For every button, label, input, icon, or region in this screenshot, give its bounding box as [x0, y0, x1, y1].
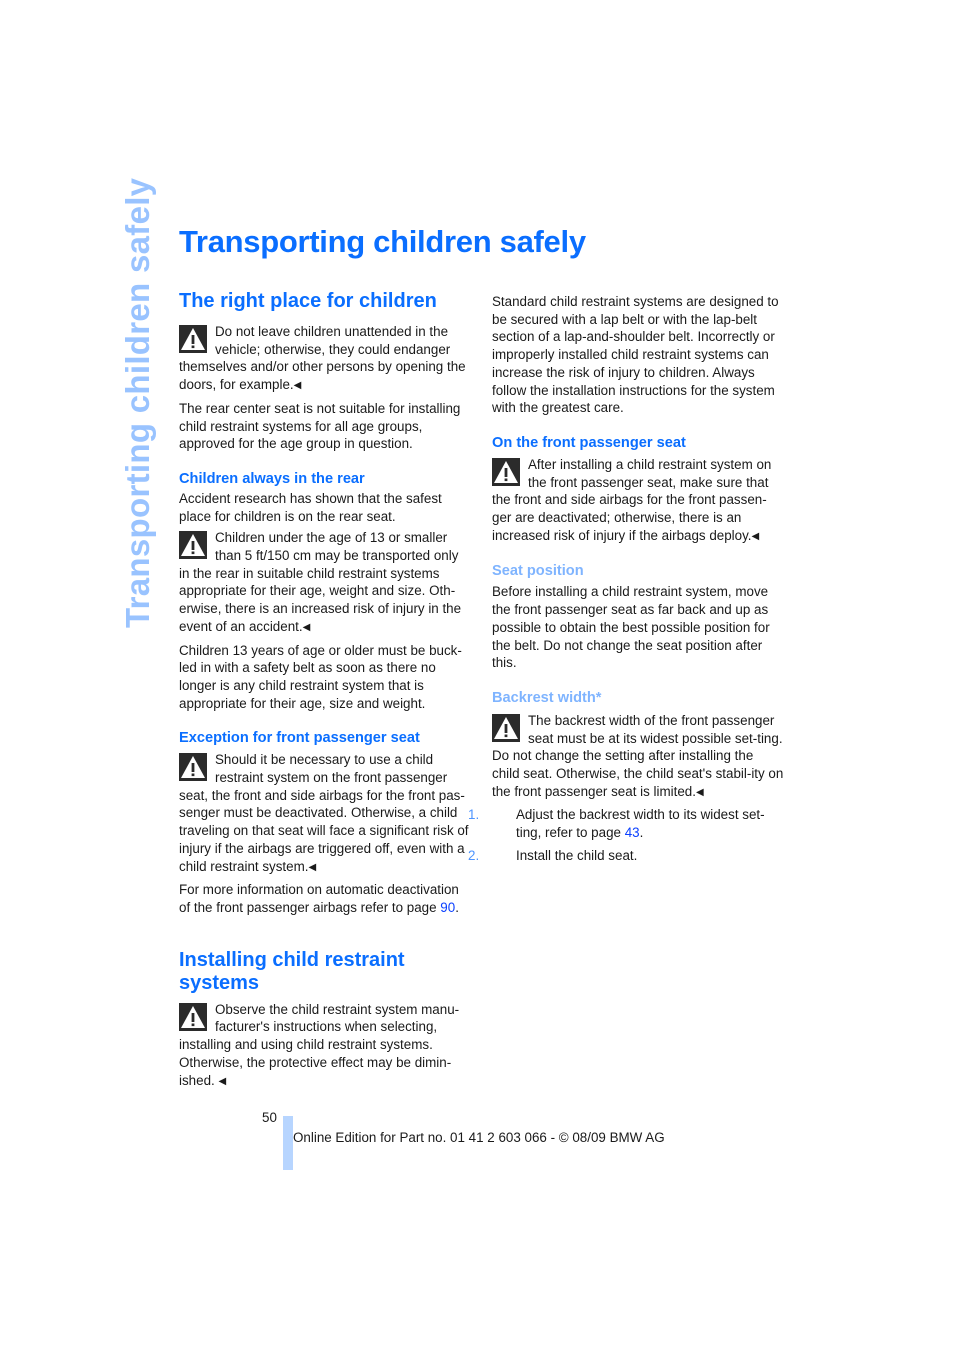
footer-accent-bar — [283, 1116, 293, 1170]
subsection-title-front-passenger: On the front passenger seat — [492, 434, 686, 451]
paragraph-text: For more information on automatic deacti… — [179, 882, 459, 915]
paragraph: The rear center seat is not suitable for… — [179, 400, 461, 452]
side-chapter-label: Transporting children safely — [119, 177, 156, 628]
warning-block: After installing a child restraint syste… — [492, 456, 784, 546]
warning-icon — [179, 325, 207, 353]
warning-icon — [179, 531, 207, 560]
warning-text: Children under the age of 13 or smaller … — [179, 530, 462, 634]
end-mark: ◀ — [218, 1075, 227, 1087]
end-mark: ◀ — [695, 786, 704, 798]
footer-text: Online Edition for Part no. 01 41 2 603 … — [293, 1130, 665, 1145]
section-title-installing: Installing child restraint systems — [179, 948, 405, 994]
warning-block: Children under the age of 13 or smaller … — [179, 529, 471, 636]
paragraph-suffix: . — [455, 899, 459, 915]
warning-block: Observe the child restraint system manu-… — [179, 1001, 471, 1091]
warning-block: The backrest width of the front passenge… — [492, 712, 784, 802]
paragraph: Standard child restraint systems are des… — [492, 294, 779, 416]
warning-text: Should it be necessary to use a child re… — [179, 752, 469, 874]
subsection-title-backrest-width: Backrest width* — [492, 689, 602, 706]
step-text: Install the child seat. — [516, 847, 638, 863]
step-number: 1. — [468, 807, 480, 823]
warning-block: Should it be necessary to use a child re… — [179, 751, 471, 876]
list-item: 1. Adjust the backrest width to its wides… — [468, 806, 784, 841]
list-item: 2. Install the child seat. — [468, 847, 784, 865]
paragraph: Accident research has shown that the saf… — [179, 490, 442, 524]
page-link-90[interactable]: 90 — [440, 900, 455, 915]
warning-text: The backrest width of the front passenge… — [492, 712, 784, 799]
step-number: 2. — [468, 847, 480, 863]
paragraph: Before installing a child restraint syst… — [492, 584, 770, 671]
end-mark: ◀ — [293, 380, 302, 392]
end-mark: ◀ — [308, 861, 317, 873]
warning-icon — [492, 457, 520, 486]
subsection-title-seat-position: Seat position — [492, 563, 584, 580]
paragraph: Children 13 years of age or older must b… — [179, 642, 462, 711]
left-column: The right place for children Do not leav… — [179, 290, 471, 1090]
warning-text: After installing a child restraint syste… — [492, 456, 772, 543]
warning-icon — [492, 713, 520, 742]
warning-block: Do not leave children unattended in the … — [179, 323, 471, 395]
side-chapter-tab: Transporting children safely — [118, 178, 158, 628]
end-mark: ◀ — [751, 530, 760, 542]
subsection-title-exception: Exception for front passenger seat — [179, 730, 420, 747]
right-column: Standard child restraint systems are des… — [468, 293, 784, 865]
warning-icon — [179, 1002, 207, 1031]
step-suffix: . — [639, 825, 644, 841]
page-number: 50 — [262, 1110, 277, 1125]
page-link-43[interactable]: 43 — [625, 825, 640, 840]
subsection-title-children-rear: Children always in the rear — [179, 470, 365, 487]
paragraph: For more information on automatic deacti… — [179, 881, 471, 916]
end-mark: ◀ — [302, 621, 311, 633]
warning-text: Do not leave children unattended in the … — [179, 324, 466, 393]
section-title-right-place: The right place for children — [179, 290, 437, 312]
page-title: Transporting children safely — [179, 224, 586, 259]
warning-icon — [179, 753, 207, 782]
